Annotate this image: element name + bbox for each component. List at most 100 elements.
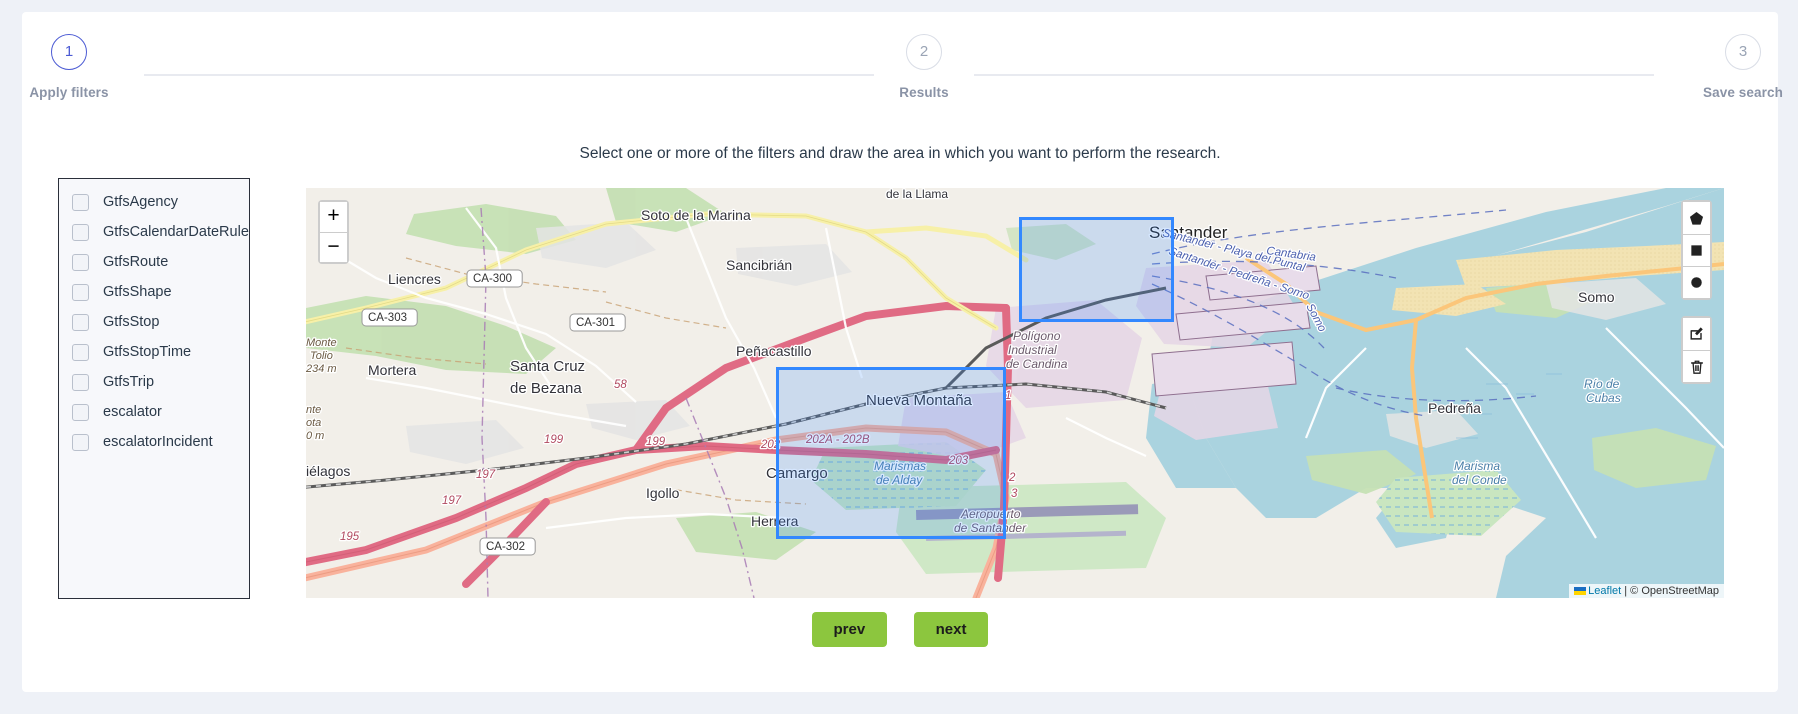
search-wizard-panel: 1 Apply filters 2 Results 3 Save search … [22,12,1783,692]
filter-checkbox[interactable] [72,193,89,211]
map-label: 197 [476,469,496,481]
map-label: CA-303 [368,312,407,324]
map-label: 3 [1011,488,1018,500]
edit-pencil-icon [1690,327,1703,340]
filter-label: escalatorIncident [103,434,213,450]
map-label: Pedreña [1428,400,1481,416]
map-label: Igollo [646,485,680,501]
map-label: nte [306,404,321,416]
map-zoom-control: + − [318,200,349,264]
map-label: CA-301 [576,317,615,329]
filter-label: GtfsRoute [103,254,169,270]
filter-checkbox[interactable] [72,313,89,331]
filter-checkbox[interactable] [72,373,89,391]
map-label: 2 [1008,472,1016,484]
map-label: 197 [442,495,462,507]
attribution-separator: | [1621,585,1631,597]
filter-row[interactable]: GtfsRoute [59,247,249,277]
zoom-out-button[interactable]: − [320,232,347,262]
map-label: CA-300 [473,273,512,285]
filter-label: escalator [103,404,162,420]
polygon-icon [1689,211,1704,225]
map-label: Monte [306,337,337,349]
step-3-number: 3 [1725,34,1761,70]
draw-rectangle-button[interactable] [1683,234,1710,266]
filter-label: GtfsCalendarDateRule [103,224,249,240]
edit-layers-button[interactable] [1683,318,1710,350]
filter-row[interactable]: GtfsStop [59,307,249,337]
filter-checkbox[interactable] [72,343,89,361]
draw-shapes-toolbar [1681,200,1712,300]
prev-button[interactable]: prev [811,612,888,647]
map-label: de Bezana [510,380,582,397]
wizard-footer: prev next [22,612,1778,647]
step-3-save-search[interactable]: 3 Save search [1658,34,1798,100]
filter-row[interactable]: GtfsStopTime [59,337,249,367]
step-1-apply-filters[interactable]: 1 Apply filters [0,34,154,100]
filter-checkbox[interactable] [72,433,89,451]
drawn-rectangle-santander[interactable] [1019,217,1174,322]
filter-checkbox[interactable] [72,283,89,301]
ukraine-flag-icon [1574,587,1587,595]
map-label: iélagos [306,463,350,479]
map-label: 195 [340,531,360,543]
map-label: Sancibrián [726,257,792,273]
draw-circle-button[interactable] [1683,266,1710,298]
zoom-in-button[interactable]: + [320,202,347,232]
filter-label: GtfsTrip [103,374,155,390]
step-2-results[interactable]: 2 Results [839,34,1009,100]
map-label: 199 [646,436,666,448]
filter-checkbox[interactable] [72,253,89,271]
filter-row[interactable]: GtfsAgency [59,187,249,217]
map-label: de Candina [1006,357,1068,371]
map-label: del Conde [1452,473,1507,487]
rectangle-icon [1691,245,1702,256]
map-label: Tolio [310,350,333,362]
filter-checkbox[interactable] [72,403,89,421]
draw-actions-toolbar [1681,316,1712,384]
filter-checkbox[interactable] [72,223,89,241]
map-canvas[interactable]: de la Llama Soto de la Marina Sancibrián Li… [306,188,1724,598]
stepper-line-1-2 [144,74,874,76]
map-attribution: Leaflet | © OpenStreetMap [1569,584,1724,598]
filter-label: GtfsStop [103,314,160,330]
filter-row[interactable]: GtfsShape [59,277,249,307]
step-1-number: 1 [51,34,87,70]
map-label: 199 [544,434,564,446]
osm-attribution[interactable]: © OpenStreetMap [1630,585,1719,597]
filter-label: GtfsAgency [103,194,178,210]
step-2-number: 2 [906,34,942,70]
map-label: ota [306,417,321,429]
map-label: 0 m [306,430,324,442]
map-label: Marisma [1454,459,1500,473]
next-button[interactable]: next [913,612,989,647]
map-label: 58 [614,379,627,391]
map-label: Polígono [1013,329,1061,343]
circle-icon [1691,277,1702,288]
delete-layers-button[interactable] [1683,350,1710,382]
map-label: CA-302 [486,541,525,553]
leaflet-link[interactable]: Leaflet [1588,585,1621,597]
trash-icon [1690,360,1703,374]
map-label: Santa Cruz [510,358,585,375]
step-1-label: Apply filters [29,85,109,100]
map-tiles: de la Llama Soto de la Marina Sancibrián Li… [306,188,1724,598]
wizard-stepper: 1 Apply filters 2 Results 3 Save search [22,34,1783,114]
draw-polygon-button[interactable] [1683,202,1710,234]
stepper-line-2-3 [974,74,1654,76]
map-label: Mortera [368,362,416,378]
filter-row[interactable]: escalatorIncident [59,427,249,457]
drawn-rectangle-camargo[interactable] [776,367,1006,539]
map-label: Soto de la Marina [641,207,751,223]
map-label: Río de [1584,377,1620,391]
filter-list: GtfsAgency GtfsCalendarDateRule GtfsRoute G… [58,178,250,599]
step-3-label: Save search [1703,85,1783,100]
map-label: Somo [1578,289,1615,305]
filter-row[interactable]: GtfsCalendarDateRule [59,217,249,247]
instruction-text: Select one or more of the filters and dr… [579,145,1221,162]
filter-row[interactable]: escalator [59,397,249,427]
map-label: Peñacastillo [736,343,812,359]
filter-row[interactable]: GtfsTrip [59,367,249,397]
map-label: Industrial [1008,343,1057,357]
filter-label: GtfsStopTime [103,344,192,360]
